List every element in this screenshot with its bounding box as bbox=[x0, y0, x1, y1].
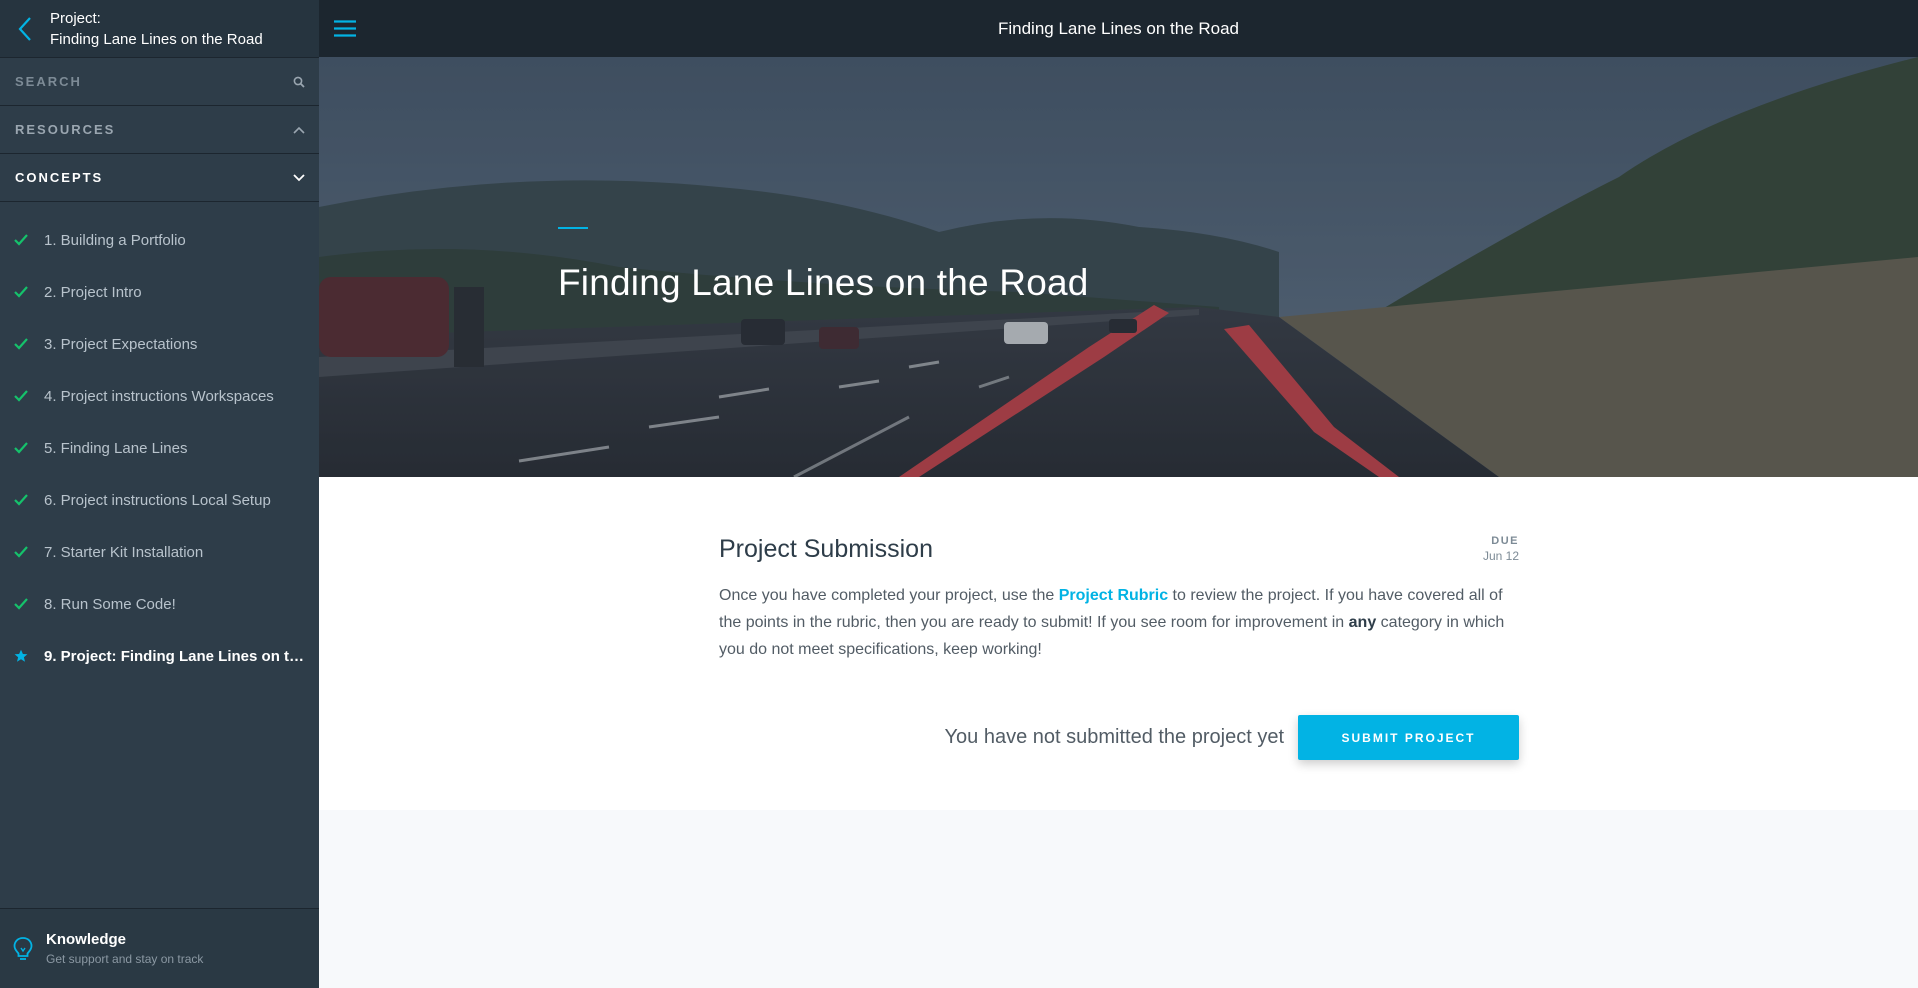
concept-item-current[interactable]: 9. Project: Finding Lane Lines on the ..… bbox=[0, 630, 319, 682]
project-submission-panel: Project Submission DUE Jun 12 Once you h… bbox=[319, 477, 1918, 810]
submission-content: Project Submission DUE Jun 12 Once you h… bbox=[719, 535, 1519, 760]
concept-list: 1. Building a Portfolio 2. Project Intro… bbox=[0, 202, 319, 682]
hero-banner: Finding Lane Lines on the Road bbox=[319, 57, 1918, 477]
concept-label: 3. Project Expectations bbox=[44, 335, 198, 353]
chevron-up-icon bbox=[293, 126, 305, 134]
chevron-left-icon bbox=[18, 16, 31, 41]
instructions-bold: any bbox=[1348, 614, 1377, 631]
sidebar-header: Project: Finding Lane Lines on the Road bbox=[0, 0, 319, 58]
concept-label: 4. Project instructions Workspaces bbox=[44, 387, 274, 405]
concept-item[interactable]: 6. Project instructions Local Setup bbox=[0, 474, 319, 526]
hamburger-icon bbox=[334, 20, 356, 37]
concept-item[interactable]: 4. Project instructions Workspaces bbox=[0, 370, 319, 422]
project-rubric-link[interactable]: Project Rubric bbox=[1059, 587, 1168, 604]
checkmark-icon bbox=[14, 494, 28, 506]
checkmark-icon bbox=[14, 286, 28, 298]
project-prefix: Project: bbox=[50, 9, 101, 27]
knowledge-title: Knowledge bbox=[46, 931, 127, 948]
concept-label: 9. Project: Finding Lane Lines on the ..… bbox=[44, 647, 306, 665]
checkmark-icon bbox=[14, 598, 28, 610]
concept-item[interactable]: 2. Project Intro bbox=[0, 266, 319, 318]
submission-instructions: Once you have completed your project, us… bbox=[719, 582, 1519, 663]
knowledge-link[interactable]: Knowledge Get support and stay on track bbox=[0, 908, 319, 988]
checkmark-icon bbox=[14, 390, 28, 402]
concept-item[interactable]: 5. Finding Lane Lines bbox=[0, 422, 319, 474]
checkmark-icon bbox=[14, 546, 28, 558]
concept-item[interactable]: 8. Run Some Code! bbox=[0, 578, 319, 630]
submit-row: You have not submitted the project yet S… bbox=[719, 715, 1519, 760]
concept-label: 2. Project Intro bbox=[44, 283, 142, 301]
concept-item[interactable]: 3. Project Expectations bbox=[0, 318, 319, 370]
submit-project-button[interactable]: SUBMIT PROJECT bbox=[1298, 715, 1519, 760]
concept-label: 7. Starter Kit Installation bbox=[44, 543, 204, 561]
project-title: Project: Finding Lane Lines on the Road bbox=[50, 8, 263, 50]
hero-title: Finding Lane Lines on the Road bbox=[558, 262, 1089, 303]
knowledge-subtitle: Get support and stay on track bbox=[46, 952, 204, 966]
page-header-title: Finding Lane Lines on the Road bbox=[997, 18, 1239, 38]
submission-title: Project Submission bbox=[719, 535, 933, 563]
instructions-text-1: Once you have completed your project, us… bbox=[719, 587, 1059, 604]
concepts-label: CONCEPTS bbox=[15, 170, 104, 185]
concept-item[interactable]: 7. Starter Kit Installation bbox=[0, 526, 319, 578]
concept-label: 1. Building a Portfolio bbox=[44, 231, 186, 249]
search-row[interactable]: SEARCH bbox=[0, 58, 319, 106]
back-button[interactable] bbox=[0, 0, 50, 58]
lightbulb-icon bbox=[13, 936, 33, 960]
checkmark-icon bbox=[14, 338, 28, 350]
due-date: Jun 12 bbox=[1482, 549, 1519, 563]
concepts-toggle[interactable]: CONCEPTS bbox=[0, 154, 319, 202]
search-icon bbox=[293, 76, 305, 88]
chevron-down-icon bbox=[293, 173, 305, 181]
hero-accent-line bbox=[558, 227, 588, 229]
resources-toggle[interactable]: RESOURCES bbox=[0, 106, 319, 154]
concept-label: 5. Finding Lane Lines bbox=[44, 439, 188, 457]
project-name: Finding Lane Lines on the Road bbox=[50, 30, 263, 48]
due-label: DUE bbox=[1491, 535, 1519, 547]
concept-label: 6. Project instructions Local Setup bbox=[44, 491, 271, 509]
resources-label: RESOURCES bbox=[15, 122, 116, 137]
concept-item[interactable]: 1. Building a Portfolio bbox=[0, 214, 319, 266]
checkmark-icon bbox=[14, 234, 28, 246]
menu-button[interactable] bbox=[321, 20, 369, 37]
sidebar: Project: Finding Lane Lines on the Road … bbox=[0, 0, 319, 988]
search-label: SEARCH bbox=[15, 74, 82, 89]
top-bar: Finding Lane Lines on the Road bbox=[319, 0, 1918, 57]
concept-label: 8. Run Some Code! bbox=[44, 595, 176, 613]
star-icon bbox=[14, 649, 28, 662]
submission-status: You have not submitted the project yet bbox=[944, 726, 1284, 748]
due-date-block: DUE Jun 12 bbox=[1483, 535, 1519, 563]
checkmark-icon bbox=[14, 442, 28, 454]
